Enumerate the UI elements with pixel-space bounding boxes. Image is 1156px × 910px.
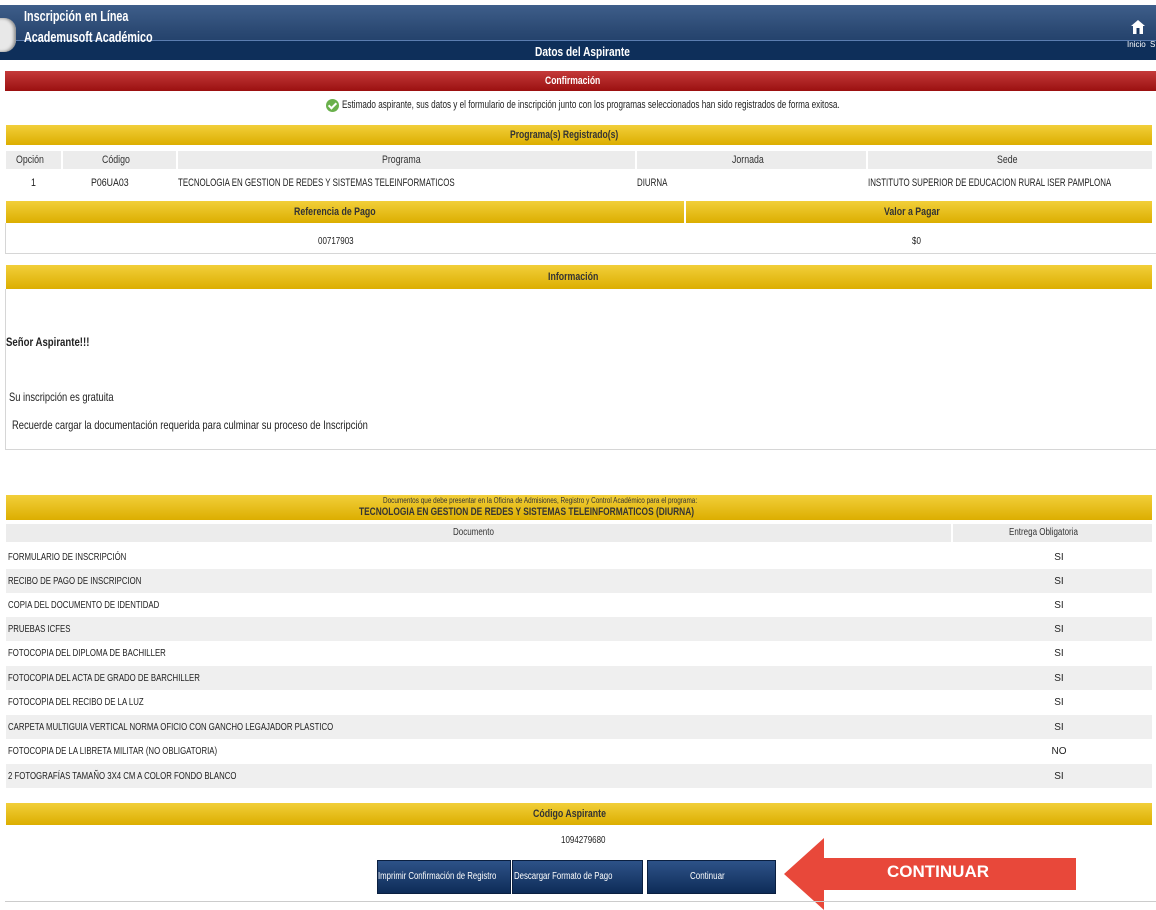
info-greeting: Señor Aspirante!!! (6, 335, 90, 349)
top-header: Inscripción en Línea Academusoft Académi… (0, 0, 1156, 60)
table-row: COPIA DEL DOCUMENTO DE IDENTIDAD SI (6, 593, 1152, 617)
table-row: PRUEBAS ICFES SI (6, 617, 1152, 641)
check-icon (326, 98, 339, 112)
app-subtitle: Academusoft Académico (24, 29, 153, 46)
col-opcion: Opción (6, 151, 61, 169)
info-line-docs: Recuerde cargar la documentación requeri… (12, 418, 368, 432)
payment-value-header: Valor a Pagar (686, 201, 1152, 223)
payment-ref-header: Referencia de Pago (6, 201, 684, 223)
home-icon[interactable] (1131, 20, 1145, 34)
confirmation-message: Estimado aspirante, sus datos y el formu… (326, 96, 1015, 114)
col-jornada: Jornada (637, 151, 866, 169)
documents-header-line1: Documentos que debe presentar en la Ofic… (382, 496, 697, 505)
table-row: FORMULARIO DE INSCRIPCIÓN SI (6, 545, 1152, 569)
doc-required: NO (1051, 746, 1067, 757)
table-row: CARPETA MULTIGUIA VERTICAL NORMA OFICIO … (6, 715, 1152, 739)
programs-header: Programa(s) Registrado(s) (6, 125, 1152, 145)
table-row: FOTOCOPIA DEL DIPLOMA DE BACHILLER SI (6, 641, 1152, 665)
row-programa: TECNOLOGIA EN GESTION DE REDES Y SISTEMA… (178, 177, 455, 189)
confirmation-bar: Confirmación (5, 71, 1156, 91)
table-row: FOTOCOPIA DE LA LIBRETA MILITAR (NO OBLI… (6, 739, 1152, 763)
doc-name: CARPETA MULTIGUIA VERTICAL NORMA OFICIO … (8, 722, 334, 733)
doc-name: PRUEBAS ICFES (8, 624, 71, 635)
doc-required: SI (1054, 624, 1064, 635)
doc-required: SI (1054, 697, 1064, 708)
doc-name: COPIA DEL DOCUMENTO DE IDENTIDAD (8, 600, 160, 611)
download-payment-button[interactable]: Descargar Formato de Pago (512, 860, 643, 894)
institution-logo (0, 18, 16, 52)
header-extra-label[interactable]: S (1150, 40, 1155, 49)
row-codigo: P06UA03 (91, 177, 129, 189)
doc-required: SI (1054, 771, 1064, 782)
home-link-label[interactable]: Inicio (1127, 40, 1146, 49)
col-entrega: Entrega Obligatoria (953, 524, 1152, 542)
row-jornada: DIURNA (637, 177, 668, 189)
doc-required: SI (1054, 576, 1064, 587)
print-confirmation-button[interactable]: Imprimir Confirmación de Registro (377, 860, 511, 894)
table-row: RECIBO DE PAGO DE INSCRIPCION SI (6, 569, 1152, 593)
continuar-callout: CONTINUAR (887, 862, 989, 881)
row-opcion: 1 (31, 177, 36, 189)
footer-divider (5, 901, 1156, 902)
col-programa: Programa (178, 151, 635, 169)
row-sede: INSTITUTO SUPERIOR DE EDUCACION RURAL IS… (868, 177, 1112, 189)
continue-button[interactable]: Continuar (647, 860, 776, 894)
doc-name: FOTOCOPIA DEL DIPLOMA DE BACHILLER (8, 648, 166, 659)
doc-required: SI (1054, 552, 1064, 563)
payment-panel (5, 223, 1156, 254)
col-documento: Documento (6, 524, 951, 542)
doc-required: SI (1054, 673, 1064, 684)
doc-required: SI (1054, 722, 1064, 733)
doc-required: SI (1054, 648, 1064, 659)
doc-name: 2 FOTOGRAFÍAS TAMAÑO 3X4 CM A COLOR FOND… (8, 771, 237, 782)
doc-required: SI (1054, 600, 1064, 611)
table-row: FOTOCOPIA DEL ACTA DE GRADO DE BARCHILLE… (6, 666, 1152, 690)
table-row: 2 FOTOGRAFÍAS TAMAÑO 3X4 CM A COLOR FOND… (6, 764, 1152, 788)
aspirant-code-header: Código Aspirante (6, 803, 1152, 825)
app-title: Inscripción en Línea (24, 8, 129, 25)
page-title: Datos del Aspirante (535, 44, 630, 59)
info-header: Información (6, 265, 1152, 289)
table-row: FOTOCOPIA DEL RECIBO DE LA LUZ SI (6, 690, 1152, 714)
aspirant-code: 1094279680 (561, 835, 606, 846)
doc-name: FOTOCOPIA DE LA LIBRETA MILITAR (NO OBLI… (8, 746, 218, 757)
col-codigo: Código (63, 151, 176, 169)
doc-name: FORMULARIO DE INSCRIPCIÓN (8, 552, 127, 563)
col-sede: Sede (868, 151, 1152, 169)
doc-name: FOTOCOPIA DEL RECIBO DE LA LUZ (8, 697, 144, 708)
documents-header: Documentos que debe presentar en la Ofic… (6, 495, 1152, 520)
doc-name: FOTOCOPIA DEL ACTA DE GRADO DE BARCHILLE… (8, 673, 200, 684)
documents-header-line2: TECNOLOGIA EN GESTION DE REDES Y SISTEMA… (358, 506, 694, 518)
info-line-free: Su inscripción es gratuita (9, 390, 114, 404)
doc-name: RECIBO DE PAGO DE INSCRIPCION (8, 576, 142, 587)
